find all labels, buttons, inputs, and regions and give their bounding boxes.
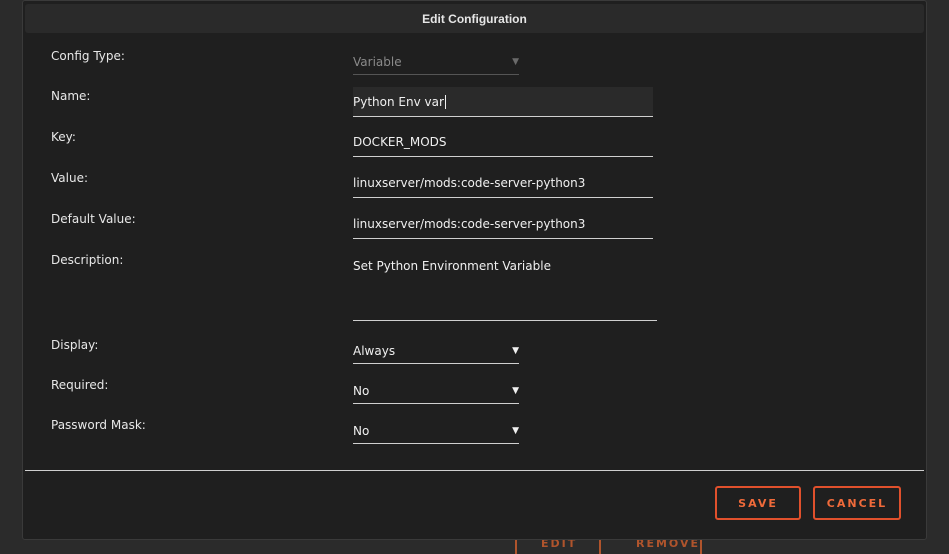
display-select[interactable]: Always ▼	[353, 338, 519, 364]
password-mask-label: Password Mask:	[51, 418, 146, 432]
dialog-title: Edit Configuration	[422, 12, 527, 26]
required-label: Required:	[51, 378, 108, 392]
name-input[interactable]: Python Env var	[353, 87, 653, 117]
name-label: Name:	[51, 89, 90, 103]
display-label: Display:	[51, 338, 98, 352]
description-textarea[interactable]: Set Python Environment Variable	[353, 249, 657, 321]
value-input[interactable]: linuxserver/mods:code-server-python3	[353, 168, 653, 198]
key-input[interactable]: DOCKER_MODS	[353, 127, 653, 157]
edit-configuration-dialog: Edit Configuration Config Type: Variable…	[22, 0, 927, 540]
cancel-button[interactable]: CANCEL	[813, 486, 901, 520]
default-value-label: Default Value:	[51, 212, 136, 226]
footer-divider	[25, 470, 924, 471]
default-value-input[interactable]: linuxserver/mods:code-server-python3	[353, 209, 653, 239]
config-type-label: Config Type:	[51, 49, 125, 63]
password-mask-select[interactable]: No ▼	[353, 418, 519, 444]
display-value: Always	[353, 344, 395, 358]
save-button[interactable]: SAVE	[715, 486, 801, 520]
key-label: Key:	[51, 130, 76, 144]
config-type-select: Variable ▼	[353, 49, 519, 75]
dialog-header: Edit Configuration	[25, 4, 924, 33]
dropdown-arrow-icon: ▼	[512, 346, 519, 356]
key-value: DOCKER_MODS	[353, 135, 447, 149]
default-value-value: linuxserver/mods:code-server-python3	[353, 217, 585, 231]
dropdown-arrow-icon: ▼	[512, 57, 519, 67]
dropdown-arrow-icon: ▼	[512, 426, 519, 436]
value-value: linuxserver/mods:code-server-python3	[353, 176, 585, 190]
required-select[interactable]: No ▼	[353, 378, 519, 404]
dropdown-arrow-icon: ▼	[512, 386, 519, 396]
description-value: Set Python Environment Variable	[353, 259, 551, 273]
config-type-value: Variable	[353, 55, 402, 69]
text-cursor	[445, 95, 446, 109]
value-label: Value:	[51, 171, 88, 185]
description-label: Description:	[51, 253, 123, 267]
name-value: Python Env var	[353, 95, 444, 109]
required-value: No	[353, 384, 369, 398]
password-mask-value: No	[353, 424, 369, 438]
